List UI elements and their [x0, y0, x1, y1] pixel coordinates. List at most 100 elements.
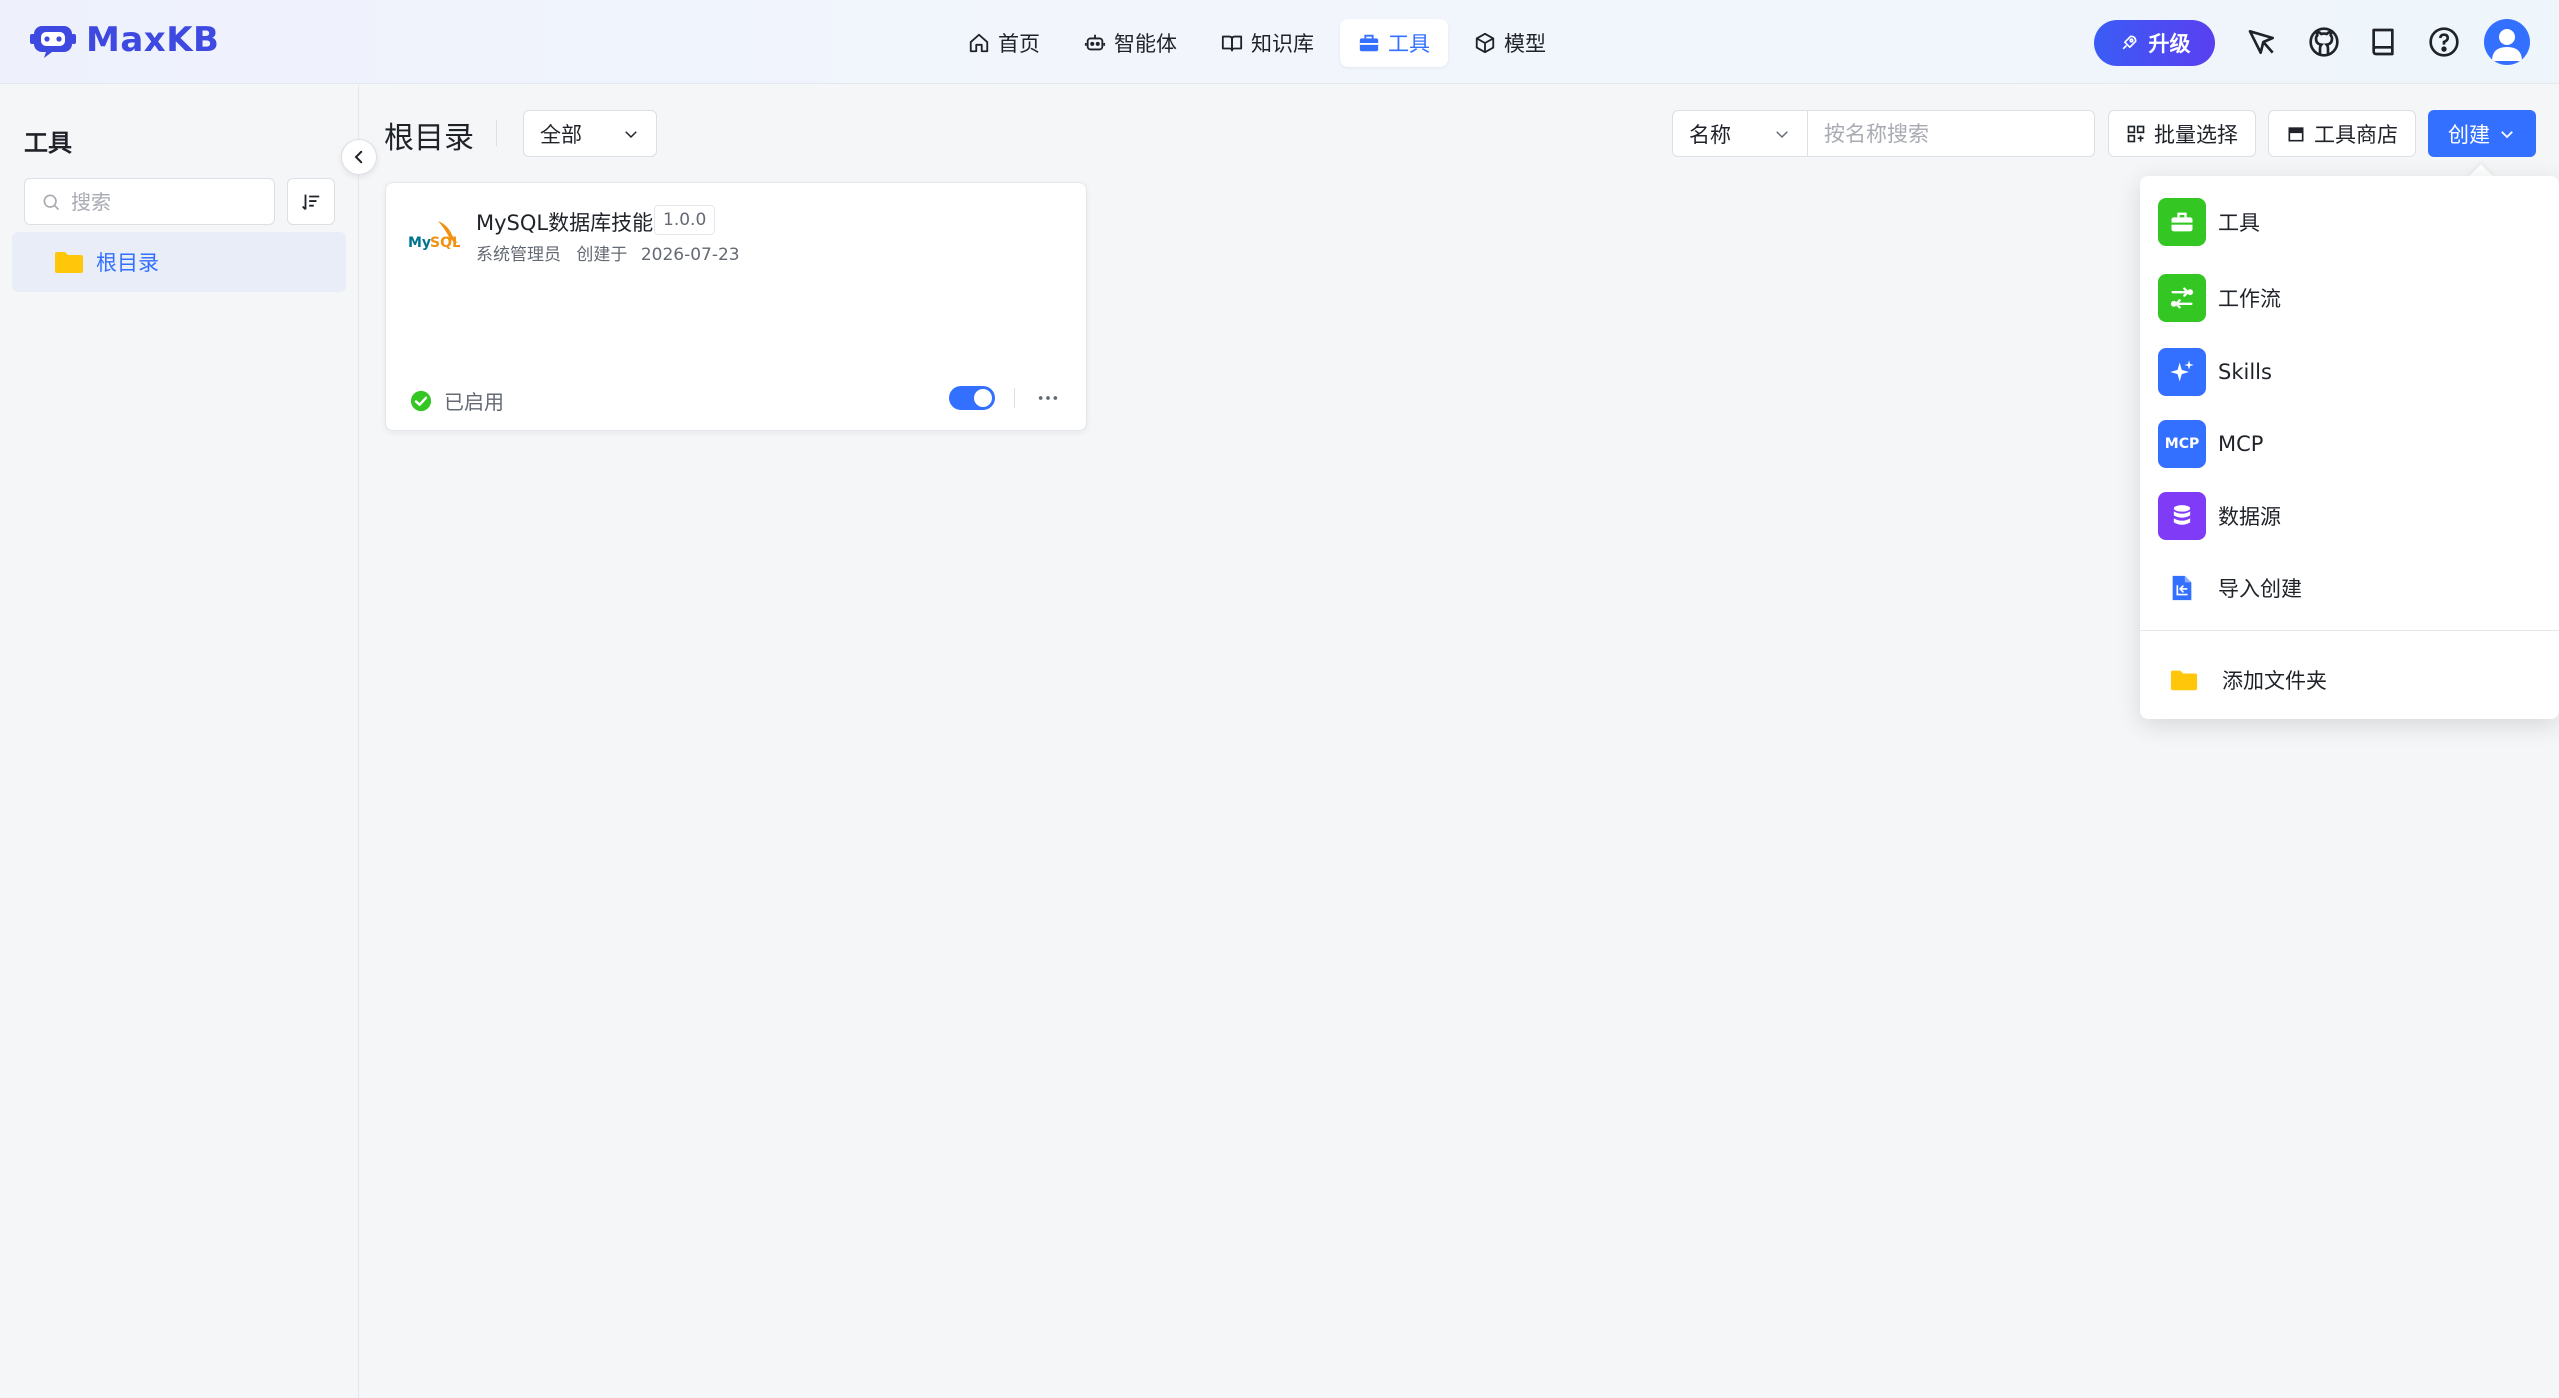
sidebar: 工具 根目录 [0, 85, 359, 1398]
database-icon [2158, 492, 2206, 540]
check-circle-icon [410, 390, 432, 411]
menu-item-label: MCP [2218, 432, 2264, 456]
sidebar-title: 工具 [24, 129, 72, 157]
tool-name: MySQL数据库技能 [476, 211, 654, 235]
more-options-button[interactable] [1032, 384, 1064, 412]
svg-text:SQL: SQL [430, 235, 460, 251]
created-date: 2026-07-23 [640, 245, 740, 265]
upgrade-button[interactable]: 升级 [2094, 20, 2215, 66]
maxkb-logo-icon [30, 26, 76, 58]
import-file-icon [2158, 564, 2206, 612]
create-button[interactable]: 创建 [2428, 110, 2536, 157]
enable-toggle[interactable] [949, 386, 995, 410]
book-icon [1221, 35, 1243, 52]
nav-tools-label: 工具 [1388, 32, 1430, 56]
folder-icon [2158, 656, 2210, 704]
pin-icon[interactable] [2246, 26, 2278, 58]
upgrade-label: 升级 [2148, 32, 2191, 56]
search-icon [43, 194, 60, 210]
batch-select-label: 批量选择 [2154, 122, 2238, 147]
title-divider [496, 120, 497, 146]
menu-item-label: 导入创建 [2218, 577, 2302, 601]
card-divider [1014, 388, 1015, 408]
search-field-select[interactable]: 名称 [1672, 110, 1808, 157]
toolbox-icon [2158, 198, 2206, 246]
main-nav: 首页 智能体 知识库 工具 模型 [950, 19, 1572, 67]
nav-knowledge-label: 知识库 [1251, 32, 1314, 56]
cube-icon [1475, 32, 1495, 54]
menu-item-tool[interactable]: 工具 [2158, 196, 2260, 248]
name-search-field[interactable] [1807, 110, 2095, 157]
menu-item-import[interactable]: 导入创建 [2158, 562, 2302, 614]
github-icon[interactable] [2308, 26, 2340, 58]
menu-item-label: 工作流 [2218, 287, 2281, 311]
tool-store-label: 工具商店 [2314, 122, 2398, 147]
grid-select-icon [2127, 125, 2145, 142]
chevron-left-icon [354, 150, 363, 164]
tree-item-root[interactable]: 根目录 [12, 232, 346, 292]
sparkle-icon [2158, 348, 2206, 396]
help-icon[interactable] [2428, 26, 2460, 58]
home-icon [969, 33, 989, 53]
robot-icon [1084, 34, 1106, 51]
page-title: 根目录 [384, 121, 474, 156]
nav-agents-label: 智能体 [1114, 32, 1177, 56]
chevron-down-icon [625, 130, 637, 138]
user-icon [2492, 29, 2522, 61]
mcp-badge-text: MCP [2164, 436, 2200, 452]
menu-item-mcp[interactable]: MCP MCP [2158, 418, 2263, 470]
app-name: MaxKB [86, 20, 220, 60]
menu-item-label: 添加文件夹 [2222, 669, 2327, 693]
folder-icon [55, 252, 83, 273]
nav-agents[interactable]: 智能体 [1066, 19, 1195, 67]
create-label: 创建 [2448, 122, 2490, 147]
nav-models-label: 模型 [1504, 32, 1546, 56]
mysql-logo-icon: My SQL [408, 221, 460, 251]
nav-home-label: 首页 [998, 32, 1040, 56]
collapse-sidebar-button[interactable] [341, 139, 377, 175]
app-logo[interactable]: MaxKB [30, 20, 219, 60]
sidebar-search-input[interactable] [71, 189, 261, 214]
tool-store-button[interactable]: 工具商店 [2268, 110, 2416, 157]
tool-creator: 系统管理员 [476, 245, 561, 265]
menu-item-label: 工具 [2218, 211, 2260, 235]
svg-text:My: My [408, 235, 431, 251]
workflow-icon [2158, 274, 2206, 322]
version-badge: 1.0.0 [654, 205, 716, 235]
created-prefix: 创建于 [576, 245, 628, 265]
tool-card[interactable]: My SQL MySQL数据库技能 1.0.0 系统管理员 创建于 2026-0… [385, 182, 1087, 431]
batch-select-button[interactable]: 批量选择 [2108, 110, 2256, 157]
type-filter-value: 全部 [540, 122, 582, 147]
docs-icon[interactable] [2367, 26, 2399, 58]
mcp-icon: MCP [2158, 420, 2206, 468]
chevron-down-icon [1776, 130, 1788, 138]
top-header: MaxKB 首页 智能体 知识库 工具 模型 升级 [0, 0, 2559, 84]
menu-item-datasource[interactable]: 数据源 [2158, 490, 2281, 542]
sort-button[interactable] [287, 178, 335, 225]
tool-meta: 系统管理员 创建于 2026-07-23 [476, 240, 740, 265]
toolbox-icon [1359, 34, 1379, 52]
nav-models[interactable]: 模型 [1456, 19, 1564, 67]
nav-tools[interactable]: 工具 [1340, 19, 1448, 67]
toggle-knob [974, 389, 992, 407]
name-search-input[interactable] [1824, 121, 2084, 146]
status-indicator: 已启用 [410, 386, 504, 415]
search-field-value: 名称 [1689, 122, 1731, 147]
menu-item-skills[interactable]: Skills [2158, 346, 2272, 398]
more-dots-icon [1038, 396, 1058, 400]
user-avatar[interactable] [2484, 19, 2530, 65]
status-text: 已启用 [444, 390, 504, 414]
menu-divider [2140, 630, 2559, 631]
menu-item-label: 数据源 [2218, 505, 2281, 529]
menu-item-add-folder[interactable]: 添加文件夹 [2158, 654, 2327, 706]
tree-item-label: 根目录 [96, 251, 159, 275]
nav-knowledge[interactable]: 知识库 [1203, 19, 1332, 67]
rocket-icon [2122, 35, 2136, 50]
store-icon [2288, 126, 2304, 141]
sidebar-search[interactable] [24, 178, 275, 225]
sort-icon [302, 194, 320, 210]
nav-home[interactable]: 首页 [950, 19, 1058, 67]
menu-item-label: Skills [2218, 360, 2272, 384]
type-filter-select[interactable]: 全部 [523, 110, 657, 157]
menu-item-workflow[interactable]: 工作流 [2158, 272, 2281, 324]
